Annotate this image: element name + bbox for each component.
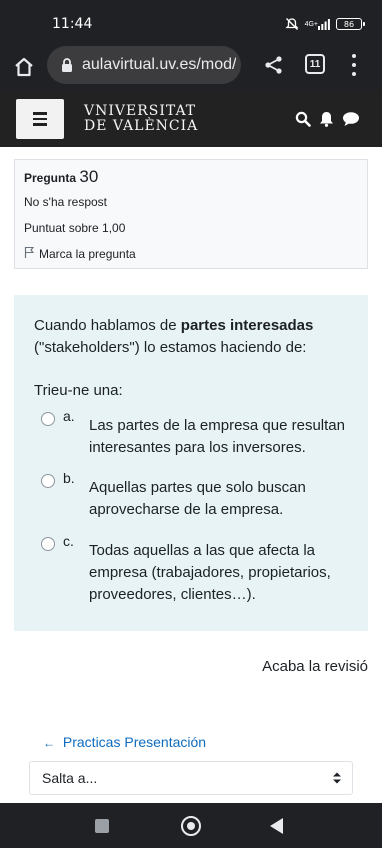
address-bar[interactable]: aulavirtual.uv.es/mod/ xyxy=(47,46,241,84)
prompt-after: ("stakeholders") lo estamos haciendo de: xyxy=(34,339,307,356)
radio-button[interactable] xyxy=(41,412,55,426)
signal-icon: 4G+ xyxy=(304,18,330,30)
prompt-before: Cuando hablamos de xyxy=(34,317,181,334)
question-content: Cuando hablamos de partes interesadas ("… xyxy=(14,295,368,631)
battery-icon: 86 xyxy=(336,18,365,30)
logo-line-1: VNIVERSITAT xyxy=(84,103,197,119)
site-header: VNIVERSITAT DE VALÈNCIA xyxy=(0,90,382,147)
url-text: aulavirtual.uv.es/mod/ xyxy=(82,56,237,73)
question-number-value: 30 xyxy=(79,167,99,186)
question-state: No s'ha respost xyxy=(24,195,107,209)
jump-to-select[interactable]: Salta a... xyxy=(29,761,353,795)
left-arrow-icon: ← xyxy=(43,736,55,750)
back-icon[interactable] xyxy=(270,818,283,834)
choose-label: Trieu-ne una: xyxy=(34,382,123,399)
question-info: Pregunta 30 No s'ha respost Puntuat sobr… xyxy=(14,159,368,269)
university-logo[interactable]: VNIVERSITAT DE VALÈNCIA xyxy=(84,104,198,134)
previous-activity-link[interactable]: ← Practicas Presentación xyxy=(43,734,206,750)
flag-question-link[interactable]: Marca la pregunta xyxy=(24,246,136,261)
status-time: 11:44 xyxy=(52,16,93,32)
share-icon[interactable] xyxy=(263,54,285,76)
question-number: Pregunta 30 xyxy=(24,167,98,187)
answer-letter: b. xyxy=(63,470,75,486)
status-bar: 11:44 4G+ 86 xyxy=(0,0,382,46)
flag-label: Marca la pregunta xyxy=(39,246,136,261)
question-prompt: Cuando hablamos de partes interesadas ("… xyxy=(34,315,354,359)
bell-icon[interactable] xyxy=(319,111,334,132)
select-caret-icon xyxy=(332,771,342,785)
browser-toolbar: aulavirtual.uv.es/mod/ 11 xyxy=(0,46,382,90)
chat-icon[interactable] xyxy=(342,111,360,132)
overflow-menu-icon[interactable] xyxy=(349,54,359,76)
search-icon[interactable] xyxy=(295,111,311,132)
question-label: Pregunta xyxy=(24,171,77,185)
home-icon[interactable] xyxy=(12,55,36,79)
answer-text: Las partes de la empresa que resultan in… xyxy=(89,417,345,456)
previous-activity-label: Practicas Presentación xyxy=(62,734,207,750)
radio-button[interactable] xyxy=(41,537,55,551)
flag-icon xyxy=(24,246,35,261)
system-navigation-bar xyxy=(0,803,382,848)
answer-letter: c. xyxy=(63,533,74,549)
question-grade: Puntuat sobre 1,00 xyxy=(24,221,126,235)
prompt-bold: partes interesadas xyxy=(180,317,314,334)
jump-to-value: Salta a... xyxy=(42,770,98,786)
tabs-icon[interactable]: 11 xyxy=(305,54,325,74)
answer-letter: a. xyxy=(63,408,75,424)
status-icons: 4G+ 86 xyxy=(284,17,365,31)
hamburger-icon[interactable] xyxy=(16,99,64,139)
answer-text: Aquellas partes que solo buscan aprovech… xyxy=(89,479,306,518)
recents-icon[interactable] xyxy=(95,819,109,833)
answer-text: Todas aquellas a las que afecta la empre… xyxy=(89,542,331,603)
header-icons xyxy=(295,111,360,132)
mute-icon xyxy=(284,17,299,31)
radio-button[interactable] xyxy=(41,474,55,488)
home-circle-icon[interactable] xyxy=(181,816,201,836)
lock-icon xyxy=(61,57,73,73)
network-label: 4G+ xyxy=(304,20,318,28)
finish-review-link[interactable]: Acaba la revisió xyxy=(262,658,368,675)
logo-line-2: DE VALÈNCIA xyxy=(84,118,199,134)
